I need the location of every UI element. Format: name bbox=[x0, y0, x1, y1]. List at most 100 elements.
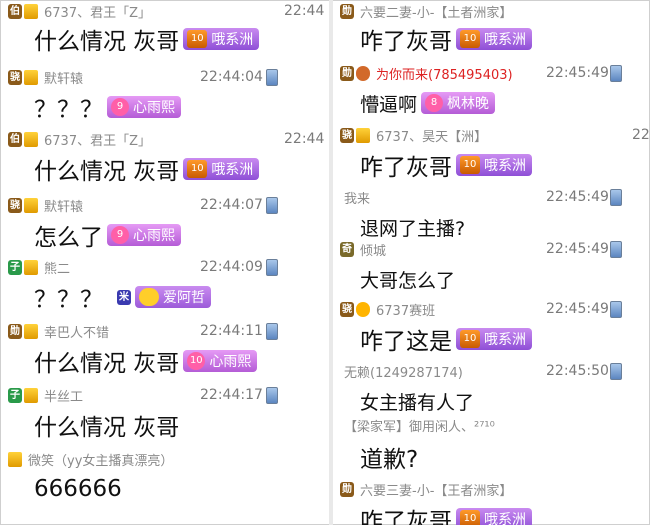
fan-club-tag[interactable]: 8 枫林晚 bbox=[421, 92, 496, 114]
rank-badge: 勋 bbox=[340, 65, 354, 81]
gift-icon bbox=[24, 259, 38, 275]
fan-club-tag[interactable]: 10 哦系洲 bbox=[183, 158, 260, 180]
fan-club-tag[interactable]: 10 哦系洲 bbox=[183, 28, 260, 50]
username[interactable]: 我来 bbox=[344, 188, 370, 207]
fan-level-badge: 10 bbox=[187, 30, 208, 48]
fan-club-name: 哦系洲 bbox=[211, 162, 254, 178]
crown-icon bbox=[356, 301, 370, 317]
username[interactable]: 六要二妻-小-【土者洲家】 bbox=[360, 2, 512, 21]
chat-message[interactable]: 咋了这是 10 哦系洲 bbox=[334, 322, 650, 356]
username[interactable]: 微笑（yy女主播真漂亮） bbox=[28, 450, 173, 469]
username[interactable]: 6737、昊天【洲】 bbox=[376, 126, 487, 145]
fan-club-tag[interactable]: 10 哦系洲 bbox=[456, 28, 532, 50]
username[interactable]: 6737赛班 bbox=[376, 300, 435, 319]
chat-message[interactable]: 大哥怎么了 bbox=[334, 262, 650, 296]
fan-club-tag[interactable]: 9 心雨熙 bbox=[107, 224, 181, 246]
fan-level-badge: 9 bbox=[111, 226, 129, 244]
message-text: 咋了灰哥 bbox=[360, 29, 452, 55]
chat-message[interactable]: 怎么了 9 心雨熙 bbox=[0, 218, 326, 252]
rank-badge: 伯 bbox=[8, 3, 22, 19]
chat-message[interactable]: 咋了灰哥 10 哦系洲 bbox=[334, 148, 650, 182]
message-text: 什么情况 灰哥 bbox=[34, 159, 180, 185]
username[interactable]: 无赖(1249287174) bbox=[344, 362, 463, 381]
message-text: 咋了这是 bbox=[360, 329, 452, 355]
chat-message[interactable]: 666666 bbox=[0, 472, 326, 506]
fan-club-tag[interactable]: 10 哦系洲 bbox=[456, 328, 532, 350]
message-header[interactable]: 勋六要二妻-小-【土者洲家】 bbox=[334, 0, 650, 22]
chat-column-right[interactable]: 勋六要二妻-小-【土者洲家】 咋了灰哥 10 哦系洲勋为你而来(785495403) 2… bbox=[334, 0, 650, 525]
chat-message[interactable]: 咋了灰哥 10 哦系洲 bbox=[334, 502, 650, 525]
username[interactable]: 熊二 bbox=[44, 258, 70, 277]
message-text: ？？？ bbox=[34, 97, 103, 123]
gift-icon bbox=[24, 323, 38, 339]
message-header[interactable]: 伯 6737、君王「Z」 22:44 bbox=[0, 128, 326, 150]
message-header[interactable]: 伯 6737、君王「Z」 22:44 bbox=[0, 0, 326, 22]
message-header[interactable]: 【梁家军】御用闲人、²⁷¹⁰ bbox=[334, 414, 650, 436]
fan-club-name: 心雨熙 bbox=[209, 354, 252, 370]
fan-club-tag[interactable]: 10 哦系洲 bbox=[456, 154, 532, 176]
message-text: 什么情况 灰哥 bbox=[34, 351, 180, 377]
message-text: ？？？ bbox=[34, 287, 103, 313]
username[interactable]: 为你而来(785495403) bbox=[376, 64, 513, 83]
username[interactable]: 【梁家军】御用闲人、²⁷¹⁰ bbox=[344, 416, 495, 435]
chat-message[interactable]: 什么情况 灰哥 bbox=[0, 408, 326, 442]
message-header[interactable]: 骁 6737、昊天【洲】 22:45: bbox=[334, 124, 650, 146]
message-text: 退网了主播? bbox=[360, 217, 466, 240]
message-header[interactable]: 骁 6737赛班 22:45:49 bbox=[334, 298, 650, 320]
fan-club-name: 心雨熙 bbox=[133, 100, 175, 116]
message-header[interactable]: 勋 幸巴人不错 22:44:11 bbox=[0, 320, 326, 342]
message-header[interactable]: 骁 默轩辕 22:44:04 bbox=[0, 66, 326, 88]
mobile-device-icon bbox=[266, 323, 278, 340]
timestamp: 22:44:17 bbox=[200, 387, 263, 403]
message-header[interactable]: 子 熊二 22:44:09 bbox=[0, 256, 326, 278]
message-header[interactable]: 微笑（yy女主播真漂亮） bbox=[0, 448, 326, 470]
fan-club-tag[interactable]: 9 心雨熙 bbox=[107, 96, 181, 118]
chat-message[interactable]: 咋了灰哥 10 哦系洲 bbox=[334, 22, 650, 56]
rank-badge: 骁 bbox=[8, 69, 22, 85]
username[interactable]: 半丝工 bbox=[44, 386, 83, 405]
message-header[interactable]: 子 半丝工 22:44:17 bbox=[0, 384, 326, 406]
message-text: 什么情况 灰哥 bbox=[34, 29, 180, 55]
message-header[interactable]: 奇倾城 22:45:49 bbox=[334, 238, 650, 260]
chat-message[interactable]: 什么情况 灰哥 10 哦系洲 bbox=[0, 152, 326, 186]
username[interactable]: 幸巴人不错 bbox=[44, 322, 109, 341]
message-header[interactable]: 我来 22:45:49 bbox=[334, 186, 650, 208]
chat-message[interactable]: 懵逼啊 8 枫林晚 bbox=[334, 86, 650, 120]
timestamp: 22:45:49 bbox=[546, 65, 609, 81]
message-header[interactable]: 勋六要三妻-小-【王者洲家】 bbox=[334, 478, 650, 500]
rank-badge: 子 bbox=[8, 387, 22, 403]
chat-message[interactable]: 道歉? bbox=[334, 440, 650, 474]
gift-icon bbox=[24, 69, 38, 85]
message-text: 女主播有人了 bbox=[360, 391, 475, 414]
chat-message[interactable]: ？？？ 米 爱阿哲 bbox=[0, 280, 326, 314]
timestamp: 22:44:04 bbox=[200, 69, 263, 85]
username[interactable]: 6737、君王「Z」 bbox=[44, 2, 151, 21]
message-header[interactable]: 无赖(1249287174) 22:45:50 bbox=[334, 360, 650, 382]
username[interactable]: 默轩辕 bbox=[44, 68, 83, 87]
gift-icon bbox=[24, 131, 38, 147]
fan-club-tag[interactable]: 爱阿哲 bbox=[135, 286, 211, 308]
chat-column-left[interactable]: 伯 6737、君王「Z」 22:44 什么情况 灰哥 10 哦系洲骁默轩辕 22:44:04… bbox=[0, 0, 326, 525]
chat-message[interactable]: 什么情况 灰哥 10 心雨熙 bbox=[0, 344, 326, 378]
message-header[interactable]: 骁 默轩辕 22:44:07 bbox=[0, 194, 326, 216]
username[interactable]: 6737、君王「Z」 bbox=[44, 130, 151, 149]
rank-badge: 奇 bbox=[340, 241, 354, 257]
username[interactable]: 六要三妻-小-【王者洲家】 bbox=[360, 480, 512, 499]
mobile-device-icon bbox=[266, 387, 278, 404]
timestamp: 22:44:09 bbox=[200, 259, 263, 275]
chat-message[interactable]: ？？？ 9 心雨熙 bbox=[0, 90, 326, 124]
username[interactable]: 默轩辕 bbox=[44, 196, 83, 215]
message-text: 咋了灰哥 bbox=[360, 155, 452, 181]
fan-club-tag[interactable]: 10 心雨熙 bbox=[183, 350, 258, 372]
fan-club-name: 心雨熙 bbox=[133, 228, 175, 244]
message-text: 怎么了 bbox=[34, 225, 103, 251]
chat-message[interactable]: 女主播有人了 bbox=[334, 384, 650, 418]
mobile-device-icon bbox=[610, 241, 622, 258]
timestamp: 22:44 bbox=[284, 131, 325, 147]
message-header[interactable]: 勋 为你而来(785495403) 22:45:49 bbox=[334, 62, 650, 84]
username[interactable]: 倾城 bbox=[360, 240, 386, 259]
chat-message[interactable]: 什么情况 灰哥 10 哦系洲 bbox=[0, 22, 326, 56]
fan-club-tag[interactable]: 10 哦系洲 bbox=[456, 508, 532, 525]
timestamp: 22:45:49 bbox=[546, 301, 609, 317]
timestamp: 22:45: bbox=[632, 127, 650, 143]
